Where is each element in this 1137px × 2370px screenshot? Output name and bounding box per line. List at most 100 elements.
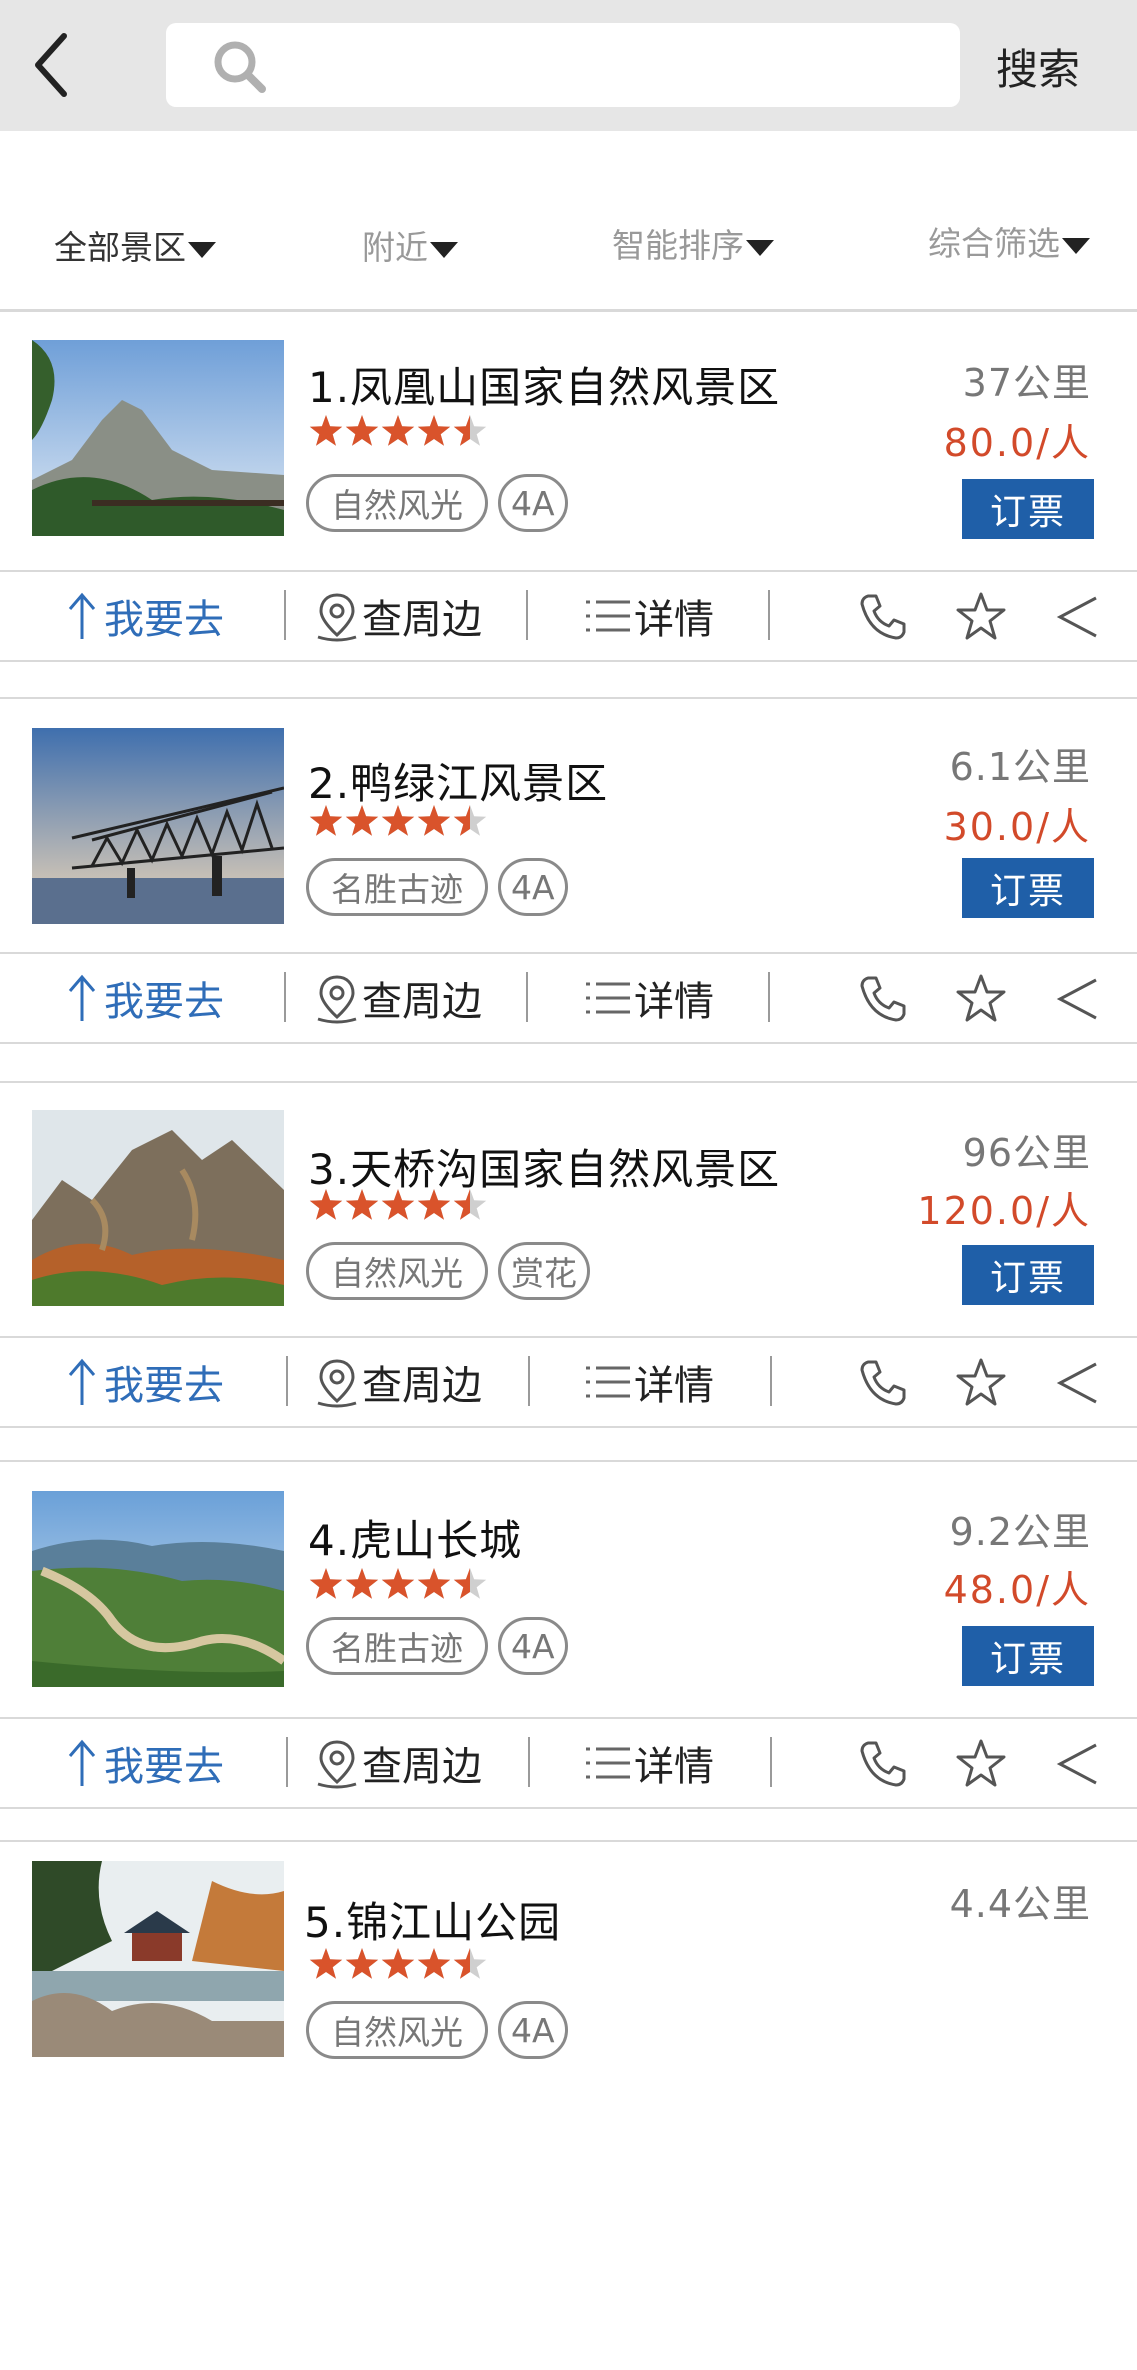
scenic-thumbnail[interactable] — [32, 1861, 284, 2057]
dropdown-triangle-icon — [746, 239, 774, 256]
filter-smart-sort[interactable]: 智能排序 — [612, 219, 774, 267]
listing-card[interactable]: 3.天桥沟国家自然风景区 自然风光 赏花 96公里 120.0/人 订票 我要去… — [0, 1082, 1137, 1432]
go-there-label: 我要去 — [104, 597, 224, 643]
filter-bar: 全部景区 附近 智能排序 综合筛选 — [0, 131, 1137, 312]
scenic-thumbnail[interactable] — [32, 728, 284, 924]
location-pin-icon — [317, 593, 357, 642]
share-icon[interactable] — [1054, 590, 1100, 644]
share-icon[interactable] — [1054, 972, 1100, 1026]
divider — [528, 1737, 530, 1787]
category-tag: 自然风光 — [306, 474, 488, 532]
go-there-button[interactable]: 我要去 — [64, 954, 224, 1042]
search-button[interactable]: 搜索 — [996, 36, 1080, 97]
phone-icon[interactable] — [856, 1737, 910, 1791]
go-there-button[interactable]: 我要去 — [64, 572, 224, 660]
star-filled-icon — [417, 1568, 451, 1599]
category-tag: 名胜古迹 — [306, 858, 488, 916]
share-icon[interactable] — [1054, 1356, 1100, 1410]
filter-comprehensive[interactable]: 综合筛选 — [928, 217, 1090, 265]
divider — [286, 1737, 288, 1787]
listing-card[interactable]: 1.凤凰山国家自然风景区 自然风光 4A 37公里 80.0/人 订票 我要去 … — [0, 310, 1137, 662]
go-there-button[interactable]: 我要去 — [64, 1338, 224, 1426]
book-ticket-button[interactable]: 订票 — [962, 479, 1094, 539]
details-button[interactable]: 详情 — [584, 572, 714, 660]
list-icon — [586, 1366, 630, 1398]
back-arrow-icon[interactable] — [28, 30, 78, 100]
filter-nearby[interactable]: 附近 — [362, 221, 458, 269]
phone-icon[interactable] — [856, 972, 910, 1026]
go-there-button[interactable]: 我要去 — [64, 1719, 224, 1807]
listing-card[interactable]: 2.鸭绿江风景区 名胜古迹 4A 6.1公里 30.0/人 订票 我要去 查周边… — [0, 698, 1137, 1048]
details-button[interactable]: 详情 — [584, 1338, 714, 1426]
scenic-thumbnail[interactable] — [32, 340, 284, 536]
go-there-label: 我要去 — [104, 1363, 224, 1409]
category-tag: 自然风光 — [306, 2001, 488, 2059]
star-favorite-icon[interactable] — [954, 972, 1008, 1026]
star-favorite-icon[interactable] — [954, 1737, 1008, 1791]
search-box[interactable] — [166, 23, 960, 107]
level-tag: 4A — [498, 474, 568, 532]
listing-name[interactable]: 1.凤凰山国家自然风景区 — [308, 354, 780, 415]
star-filled-icon — [381, 1568, 415, 1599]
star-filled-icon — [381, 805, 415, 836]
price: 120.0/人 — [917, 1189, 1091, 1233]
details-label: 详情 — [634, 979, 714, 1025]
listing-card[interactable]: 5.锦江山公园 自然风光 4A 4.4公里 — [0, 1841, 1137, 2071]
rating-stars — [309, 1948, 487, 1979]
divider — [770, 1737, 772, 1787]
filter-label: 智能排序 — [612, 226, 744, 265]
dropdown-triangle-icon — [188, 241, 216, 258]
list-icon — [586, 1747, 630, 1779]
divider — [284, 972, 286, 1022]
rating-stars — [309, 1189, 487, 1220]
action-bar: 我要去 查周边 详情 — [0, 1717, 1137, 1809]
scenic-thumbnail[interactable] — [32, 1491, 284, 1687]
book-ticket-button[interactable]: 订票 — [962, 858, 1094, 918]
star-favorite-icon[interactable] — [954, 590, 1008, 644]
navigate-arrow-icon — [68, 592, 96, 639]
divider — [284, 590, 286, 640]
filter-all-areas[interactable]: 全部景区 — [54, 221, 216, 269]
price: 48.0/人 — [943, 1568, 1091, 1612]
top-bar: 搜索 — [0, 0, 1137, 131]
divider — [770, 1356, 772, 1406]
nearby-button[interactable]: 查周边 — [312, 1719, 482, 1807]
book-ticket-button[interactable]: 订票 — [962, 1245, 1094, 1305]
list-icon — [586, 982, 630, 1014]
nearby-button[interactable]: 查周边 — [312, 572, 482, 660]
search-input[interactable] — [286, 35, 930, 95]
action-bar: 我要去 查周边 详情 — [0, 952, 1137, 1044]
book-ticket-button[interactable]: 订票 — [962, 1626, 1094, 1686]
star-filled-icon — [309, 805, 343, 836]
details-button[interactable]: 详情 — [584, 1719, 714, 1807]
star-filled-icon — [417, 1189, 451, 1220]
price: 80.0/人 — [943, 421, 1091, 465]
nearby-button[interactable]: 查周边 — [312, 954, 482, 1042]
details-button[interactable]: 详情 — [584, 954, 714, 1042]
share-icon[interactable] — [1054, 1737, 1100, 1791]
phone-icon[interactable] — [856, 590, 910, 644]
nearby-button[interactable]: 查周边 — [312, 1338, 482, 1426]
filter-label: 全部景区 — [54, 228, 186, 267]
listing-name[interactable]: 5.锦江山公园 — [304, 1889, 561, 1950]
nearby-label: 查周边 — [362, 597, 482, 643]
navigate-arrow-icon — [68, 974, 96, 1021]
details-label: 详情 — [634, 597, 714, 643]
price: 30.0/人 — [943, 805, 1091, 849]
level-tag: 4A — [498, 2001, 568, 2059]
distance: 9.2公里 — [949, 1510, 1091, 1554]
divider — [526, 590, 528, 640]
scenic-thumbnail[interactable] — [32, 1110, 284, 1306]
star-filled-icon — [381, 1948, 415, 1979]
listing-name[interactable]: 2.鸭绿江风景区 — [308, 750, 608, 811]
divider — [286, 1356, 288, 1406]
level-tag: 4A — [498, 1617, 568, 1675]
distance: 96公里 — [962, 1131, 1091, 1175]
listing-card[interactable]: 4.虎山长城 名胜古迹 4A 9.2公里 48.0/人 订票 我要去 查周边 详… — [0, 1461, 1137, 1811]
distance: 6.1公里 — [949, 745, 1091, 789]
star-favorite-icon[interactable] — [954, 1356, 1008, 1410]
star-filled-icon — [345, 805, 379, 836]
nearby-label: 查周边 — [362, 1363, 482, 1409]
phone-icon[interactable] — [856, 1356, 910, 1410]
listing-name[interactable]: 4.虎山长城 — [308, 1507, 522, 1568]
